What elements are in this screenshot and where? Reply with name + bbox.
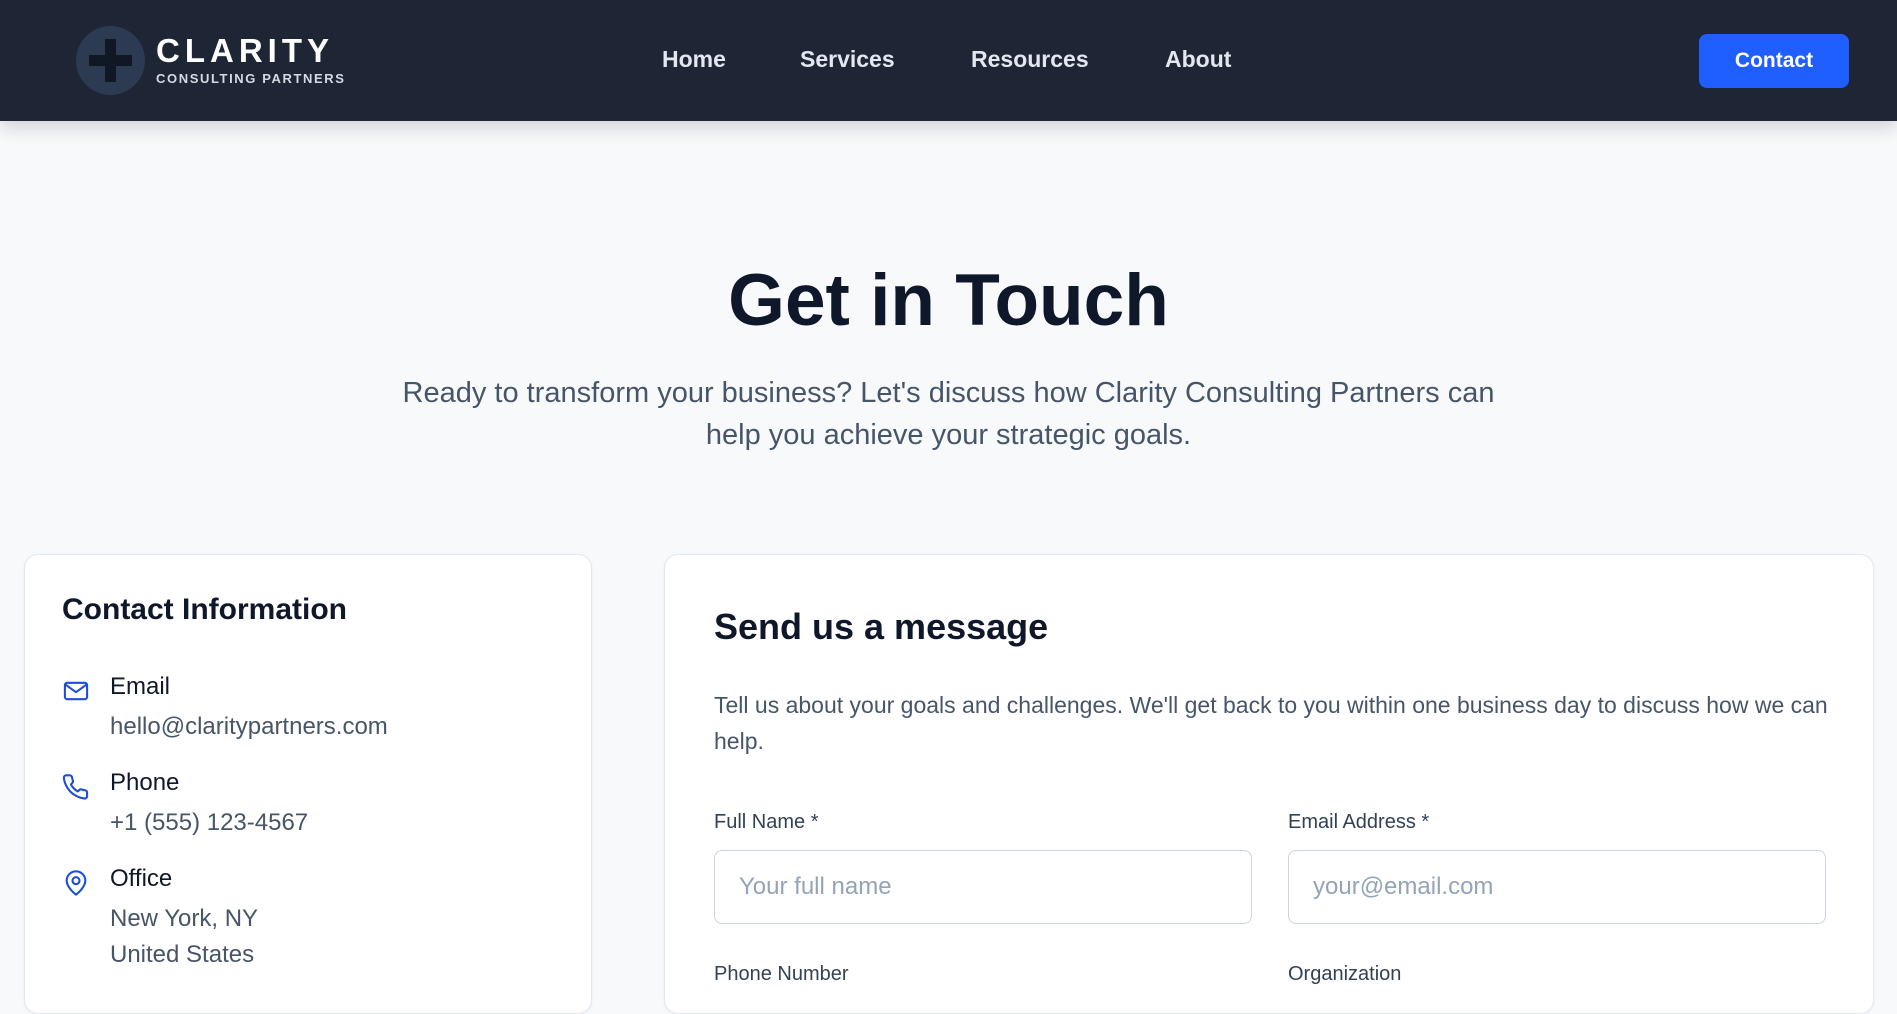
nav-link-resources[interactable]: Resources [971, 46, 1089, 73]
nav-link-about[interactable]: About [1165, 46, 1231, 73]
logo-plus-icon [76, 26, 145, 95]
contact-button[interactable]: Contact [1699, 34, 1849, 88]
logo-wordmark: CLARITY [156, 31, 334, 69]
contact-item-label: Email [110, 673, 171, 700]
logo-text: CLARITY CONSULTING PARTNERS [156, 31, 346, 88]
contact-info-title: Contact Information [62, 593, 347, 626]
map-pin-icon [62, 869, 90, 897]
contact-item-value: New York, NY United States [110, 901, 258, 973]
contact-item-value[interactable]: +1 (555) 123-4567 [110, 805, 308, 841]
form-description: Tell us about your goals and challenges.… [714, 692, 1828, 754]
logo-tagline: CONSULTING PARTNERS [156, 70, 346, 86]
top-navbar: CLARITY CONSULTING PARTNERS Home Service… [0, 0, 1897, 121]
full-name-input[interactable] [714, 850, 1252, 924]
contact-item-label: Office [110, 865, 173, 892]
page-title: Get in Touch [728, 260, 1169, 341]
page-subtitle: Ready to transform your business? Let's … [402, 377, 1495, 451]
contact-item-value[interactable]: hello@claritypartners.com [110, 709, 388, 745]
contact-info-card: Contact Information Email hello@clarityp… [24, 554, 592, 1014]
full-name-label: Full Name * [714, 811, 819, 833]
office-country: United States [110, 941, 255, 968]
email-label: Email Address * [1288, 811, 1430, 833]
form-title: Send us a message [714, 606, 1049, 647]
organization-label: Organization [1288, 963, 1402, 985]
office-city: New York, NY [110, 905, 259, 932]
mail-icon [62, 677, 90, 705]
email-input[interactable] [1288, 850, 1826, 924]
brand-logo[interactable]: CLARITY CONSULTING PARTNERS [76, 26, 346, 95]
nav-link-home[interactable]: Home [662, 46, 726, 73]
contact-item-label: Phone [110, 769, 180, 796]
phone-icon [62, 773, 90, 801]
message-form-card: Send us a message Tell us about your goa… [664, 554, 1874, 1014]
phone-number-label: Phone Number [714, 963, 849, 985]
nav-link-services[interactable]: Services [800, 46, 895, 73]
